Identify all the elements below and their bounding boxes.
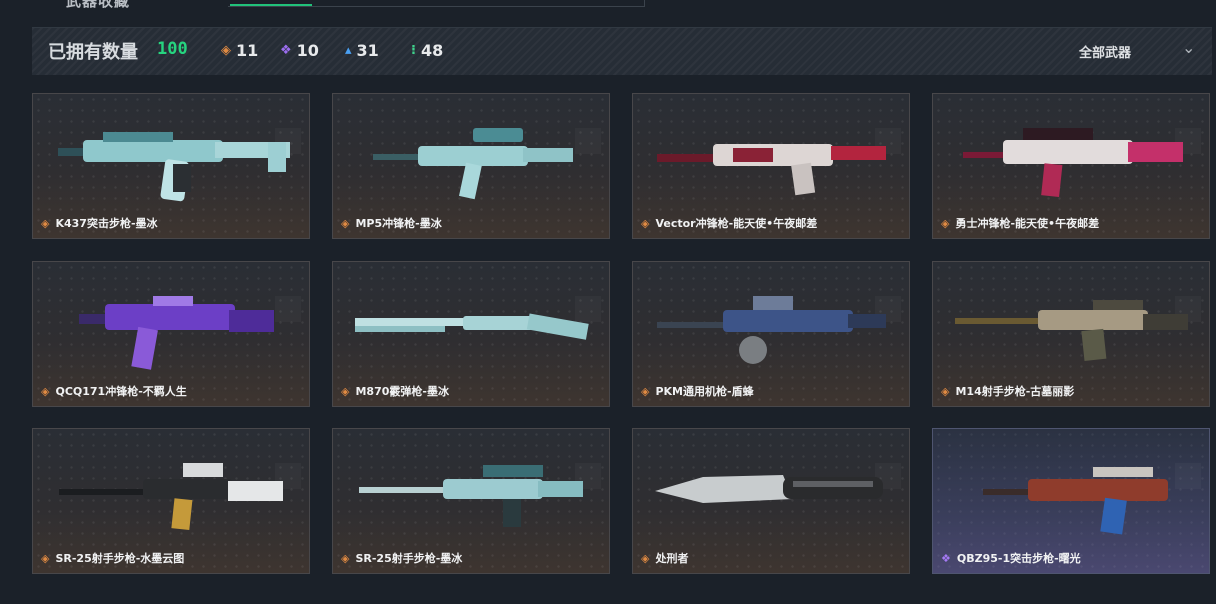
weapon-image <box>655 475 883 503</box>
weapon-image <box>657 144 886 196</box>
blue-triangle-icon: ▴ <box>345 43 352 58</box>
weapon-name: M870霰弹枪-墨冰 <box>355 385 449 398</box>
weapon-image <box>983 467 1168 535</box>
rarity-count: 48 <box>420 41 444 60</box>
weapon-image <box>657 296 886 364</box>
orange-diamond-icon: ◈ <box>221 43 231 58</box>
weapon-label: ◈ M870霰弹枪-墨冰 <box>341 383 449 399</box>
weapon-name: M14射手步枪-古墓丽影 <box>955 385 1075 398</box>
weapon-card[interactable]: ◈ Vector冲锋枪-能天使•午夜邮差 <box>632 93 910 239</box>
weapon-name: MP5冲锋枪-墨冰 <box>355 217 442 230</box>
weapon-image <box>59 463 283 530</box>
purple-diamond-icon: ❖ <box>941 551 951 565</box>
orange-diamond-icon: ◈ <box>41 384 50 398</box>
weapon-label: ❖ QBZ95-1突击步枪-曙光 <box>941 550 1081 566</box>
orange-diamond-icon: ◈ <box>941 384 950 398</box>
weapon-label: ◈ Vector冲锋枪-能天使•午夜邮差 <box>641 215 817 231</box>
weapon-name: PKM通用机枪-盾蜂 <box>655 385 754 398</box>
owned-label: 已拥有数量 <box>48 42 138 63</box>
orange-diamond-icon: ◈ <box>641 216 650 230</box>
rarity-orange-count: ◈ 11 <box>221 41 258 60</box>
weapon-label: ◈ SR-25射手步枪-水墨云图 <box>41 550 184 566</box>
chevron-down-icon[interactable]: ⌄ <box>1182 38 1195 57</box>
weapon-card[interactable]: ❖ QBZ95-1突击步枪-曙光 <box>932 428 1210 574</box>
weapon-image <box>359 465 583 527</box>
weapon-label: ◈ SR-25射手步枪-墨冰 <box>341 550 462 566</box>
orange-diamond-icon: ◈ <box>641 551 650 565</box>
weapon-card[interactable]: ◈ M14射手步枪-古墓丽影 <box>932 261 1210 407</box>
weapon-card[interactable]: ◈ SR-25射手步枪-墨冰 <box>332 428 610 574</box>
rarity-blue-count: ▴ 31 <box>345 41 379 60</box>
orange-diamond-icon: ◈ <box>941 216 950 230</box>
weapon-filter-select[interactable]: 全部武器 <box>1079 42 1131 61</box>
weapon-card[interactable]: ◈ M870霰弹枪-墨冰 <box>332 261 610 407</box>
weapon-image <box>355 313 589 340</box>
weapon-label: ◈ QCQ171冲锋枪-不羁人生 <box>41 383 187 399</box>
purple-diamond-icon: ❖ <box>280 43 292 58</box>
weapon-name: 处刑者 <box>655 552 689 565</box>
weapon-name: K437突击步枪-墨冰 <box>55 217 158 230</box>
weapon-card[interactable]: ◈ PKM通用机枪-盾蜂 <box>632 261 910 407</box>
green-dot-icon: ⁝ <box>411 43 416 58</box>
orange-diamond-icon: ◈ <box>41 551 50 565</box>
weapon-card[interactable]: ◈ QCQ171冲锋枪-不羁人生 <box>32 261 310 407</box>
orange-diamond-icon: ◈ <box>341 551 350 565</box>
rarity-purple-count: ❖ 10 <box>280 41 319 60</box>
weapon-image <box>963 128 1183 197</box>
weapon-image <box>373 128 573 200</box>
orange-diamond-icon: ◈ <box>341 216 350 230</box>
weapon-name: SR-25射手步枪-水墨云图 <box>55 552 185 565</box>
page-title: 武器收藏 <box>66 0 131 10</box>
weapon-label: ◈ MP5冲锋枪-墨冰 <box>341 215 442 231</box>
weapon-label: ◈ PKM通用机枪-盾蜂 <box>641 383 754 399</box>
rarity-green-count: ⁝ 48 <box>411 41 443 60</box>
rarity-count: 10 <box>296 41 319 60</box>
weapon-card[interactable]: ◈ SR-25射手步枪-水墨云图 <box>32 428 310 574</box>
orange-diamond-icon: ◈ <box>641 384 650 398</box>
rarity-count: 31 <box>356 41 379 60</box>
weapon-name: Vector冲锋枪-能天使•午夜邮差 <box>655 217 818 230</box>
orange-diamond-icon: ◈ <box>341 384 350 398</box>
weapon-image <box>79 296 274 370</box>
weapon-name: QBZ95-1突击步枪-曙光 <box>956 552 1081 565</box>
weapon-image <box>955 300 1188 361</box>
weapon-card[interactable]: ◈ K437突击步枪-墨冰 <box>32 93 310 239</box>
weapon-label: ◈ 勇士冲锋枪-能天使•午夜邮差 <box>941 215 1099 231</box>
weapon-name: SR-25射手步枪-墨冰 <box>355 552 463 565</box>
owned-count: 100 <box>157 39 188 59</box>
weapon-card[interactable]: ◈ MP5冲锋枪-墨冰 <box>332 93 610 239</box>
weapon-card[interactable]: ◈ 勇士冲锋枪-能天使•午夜邮差 <box>932 93 1210 239</box>
weapon-name: QCQ171冲锋枪-不羁人生 <box>55 385 187 398</box>
weapon-label: ◈ M14射手步枪-古墓丽影 <box>941 383 1074 399</box>
rarity-count: 11 <box>236 41 259 60</box>
summary-bar: 已拥有数量 100 ◈ 11 ❖ 10 ▴ 31 ⁝ 48 全部武器 ⌄ <box>32 27 1212 75</box>
weapon-label: ◈ K437突击步枪-墨冰 <box>41 215 158 231</box>
weapon-label: ◈ 处刑者 <box>641 550 688 566</box>
weapon-name: 勇士冲锋枪-能天使•午夜邮差 <box>955 217 1100 230</box>
weapon-card[interactable]: ◈ 处刑者 <box>632 428 910 574</box>
active-tab-indicator <box>230 4 312 6</box>
orange-diamond-icon: ◈ <box>41 216 50 230</box>
top-bar: 武器收藏 <box>0 0 1216 20</box>
weapon-image <box>58 132 290 202</box>
